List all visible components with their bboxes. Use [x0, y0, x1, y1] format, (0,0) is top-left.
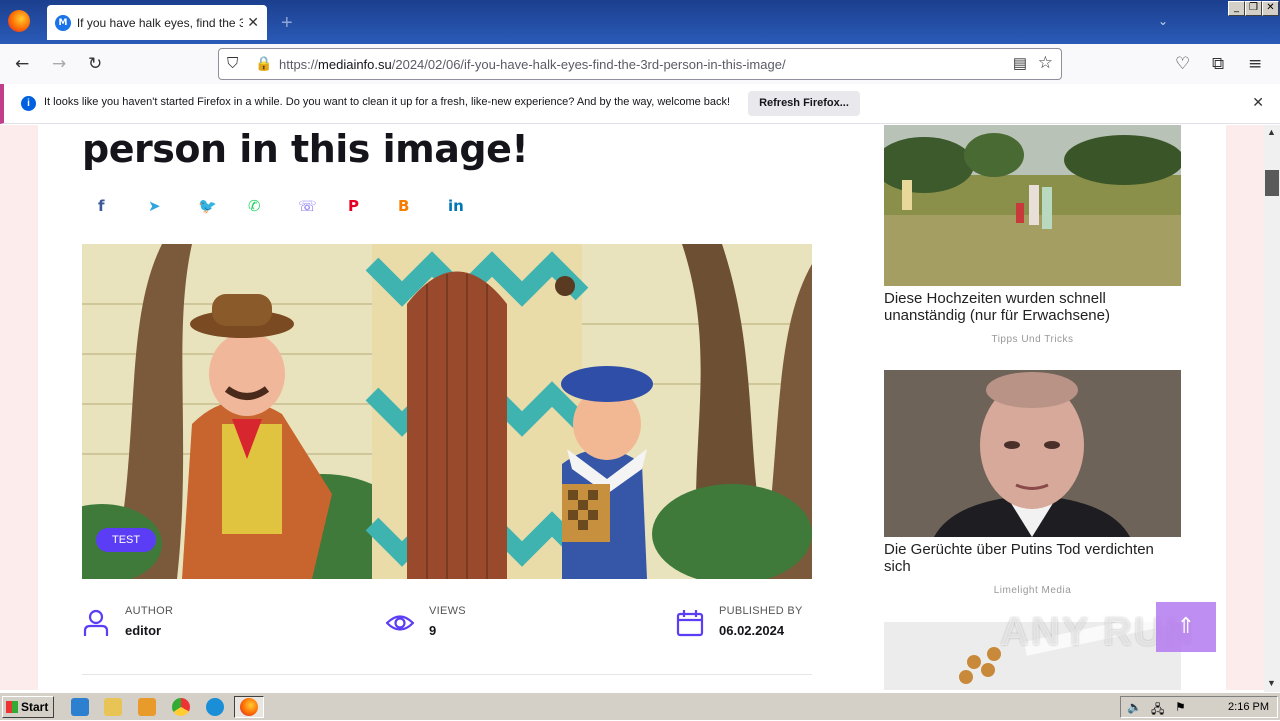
ad-source[interactable]: Tipps Und Tricks — [884, 334, 1181, 345]
ad-source[interactable]: Limelight Media — [884, 585, 1181, 596]
back-icon[interactable]: ← — [15, 54, 29, 74]
start-button[interactable]: Start — [2, 696, 54, 718]
notification-bar: i It looks like you haven't started Fire… — [0, 84, 1280, 124]
page-viewport: person in this image! f ➤ 🐦 ✆ ☏ P Bin TE… — [0, 125, 1264, 690]
refresh-firefox-button[interactable]: Refresh Firefox... — [748, 91, 860, 116]
author-meta: AUTHOR editor — [82, 605, 282, 645]
article-hero-image[interactable]: TEST — [82, 244, 812, 579]
ie-icon[interactable] — [71, 698, 89, 716]
scroll-up-arrow-icon[interactable]: ▲ — [1267, 127, 1276, 137]
firefox-icon — [240, 698, 258, 716]
tab-title: If you have halk eyes, find the 3rd — [76, 15, 244, 30]
flag-icon[interactable]: ⚑ — [1175, 700, 1186, 714]
content-area: person in this image! f ➤ 🐦 ✆ ☏ P Bin TE… — [38, 125, 1226, 690]
url-text[interactable]: https://mediainfo.su/2024/02/06/if-you-h… — [279, 57, 786, 72]
lock-icon[interactable]: 🔒 — [255, 55, 272, 72]
info-icon: i — [21, 96, 36, 111]
clock[interactable]: 2:16 PM — [1228, 701, 1269, 713]
sidebar-ad-card[interactable]: Die Gerüchte über Putins Tod verdichten … — [884, 370, 1181, 596]
views-label: VIEWS — [429, 605, 466, 617]
nav-bar: ← → ↻ ⛉ 🔒 https://mediainfo.su/2024/02/0… — [0, 44, 1280, 84]
pocket-icon[interactable]: ♡ — [1175, 54, 1190, 74]
firefox-logo-icon[interactable] — [8, 10, 30, 32]
url-bar[interactable]: ⛉ 🔒 https://mediainfo.su/2024/02/06/if-y… — [218, 48, 1062, 80]
page-scrollbar[interactable]: ▲ ▼ — [1264, 125, 1280, 692]
list-tabs-icon[interactable]: ⌄ — [1158, 14, 1168, 28]
ad-title[interactable]: Die Gerüchte über Putins Tod verdichten … — [884, 541, 1181, 575]
chrome-icon[interactable] — [172, 698, 190, 716]
facebook-share-icon[interactable]: f — [98, 197, 148, 215]
restore-icon[interactable]: ❐ — [1245, 1, 1262, 16]
sidebar-ad-card[interactable]: Diese Hochzeiten wurden schnell unanstän… — [884, 125, 1181, 345]
twitter-share-icon[interactable]: 🐦 — [198, 197, 248, 215]
viber-share-icon[interactable]: ☏ — [298, 197, 348, 215]
notification-text: It looks like you haven't started Firefo… — [44, 96, 731, 108]
media-player-icon[interactable] — [138, 698, 156, 716]
category-badge[interactable]: TEST — [96, 528, 157, 552]
system-tray: 🔈 🖧 ⚑ 2:16 PM — [1120, 696, 1278, 718]
extensions-icon[interactable]: ⧉ — [1212, 54, 1224, 74]
firefox-taskbar-button[interactable] — [234, 696, 264, 718]
article-title: person in this image! — [82, 127, 529, 171]
telegram-share-icon[interactable]: ➤ — [148, 197, 198, 215]
whatsapp-share-icon[interactable]: ✆ — [248, 197, 298, 215]
tab-close-icon[interactable]: ✕ — [247, 14, 259, 31]
browser-tab[interactable]: M If you have halk eyes, find the 3rd ✕ — [47, 5, 267, 40]
user-icon — [83, 609, 109, 636]
reader-view-icon[interactable]: ▤ — [1013, 54, 1027, 72]
ad-image-wedding[interactable] — [884, 125, 1181, 286]
network-icon[interactable]: 🖧 — [1151, 700, 1164, 721]
forward-icon[interactable]: → — [52, 54, 66, 74]
close-window-icon[interactable]: ✕ — [1262, 1, 1279, 16]
menu-icon[interactable]: ≡ — [1248, 54, 1262, 74]
linkedin-share-icon[interactable]: in — [448, 197, 498, 215]
folder-icon[interactable] — [104, 698, 122, 716]
ad-title[interactable]: Diese Hochzeiten wurden schnell unanstän… — [884, 290, 1181, 324]
tab-favicon-icon: M — [55, 14, 71, 31]
scroll-thumb[interactable] — [1265, 170, 1279, 196]
cartoon-illustration — [82, 244, 812, 579]
pinterest-share-icon[interactable]: P — [348, 197, 398, 215]
taskbar: Start 🔈 🖧 ⚑ 2:16 PM — [0, 692, 1280, 720]
author-label: AUTHOR — [125, 605, 174, 617]
published-meta: PUBLISHED BY 06.02.2024 — [676, 605, 816, 645]
author-value[interactable]: editor — [125, 623, 161, 638]
scroll-down-arrow-icon[interactable]: ▼ — [1267, 678, 1276, 688]
published-label: PUBLISHED BY — [719, 605, 803, 617]
title-bar: M If you have halk eyes, find the 3rd ✕ … — [0, 0, 1280, 44]
published-value: 06.02.2024 — [719, 623, 785, 638]
eye-icon — [386, 615, 414, 631]
volume-icon[interactable]: 🔈 — [1127, 700, 1142, 714]
scroll-to-top-button[interactable]: ⇑ — [1156, 602, 1216, 652]
calendar-icon — [676, 610, 704, 637]
reload-icon[interactable]: ↻ — [88, 54, 102, 74]
notification-close-icon[interactable]: ✕ — [1252, 94, 1264, 111]
views-meta: VIEWS 9 — [386, 605, 586, 645]
views-value: 9 — [429, 623, 437, 638]
bookmark-star-icon[interactable]: ☆ — [1038, 53, 1053, 73]
minimize-icon[interactable]: _ — [1228, 1, 1245, 16]
windows-flag-icon — [6, 701, 18, 713]
divider — [82, 674, 812, 675]
share-buttons: f ➤ 🐦 ✆ ☏ P Bin — [98, 197, 498, 215]
start-label: Start — [21, 700, 49, 714]
new-tab-icon[interactable]: + — [281, 12, 293, 35]
blogger-share-icon[interactable]: B — [398, 197, 448, 215]
edge-icon[interactable] — [206, 698, 224, 716]
ad-image-portrait[interactable] — [884, 370, 1181, 537]
tracking-shield-icon[interactable]: ⛉ — [227, 55, 238, 72]
